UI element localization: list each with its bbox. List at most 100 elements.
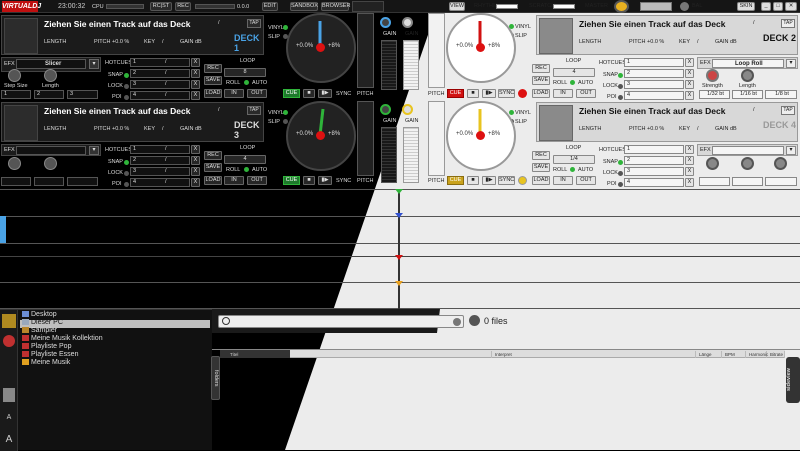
deck-4-hotcue-4[interactable]: 4: [624, 178, 684, 187]
deck-3-hotcue-3-delete[interactable]: X: [191, 167, 200, 176]
deck-1-loop-length[interactable]: 8: [224, 68, 266, 77]
deck-3-hotcue-2-delete[interactable]: X: [191, 156, 200, 165]
deck-1-cue-button[interactable]: CUE: [283, 89, 300, 98]
deck-4-fx-select[interactable]: [712, 146, 784, 155]
deck-1-length-knob[interactable]: [44, 69, 57, 82]
deck-4-save-button[interactable]: SAVE: [532, 163, 550, 172]
deck-1-loop-in[interactable]: IN: [224, 89, 244, 98]
deck-1-sync-button[interactable]: SYNC: [336, 91, 351, 97]
deck-4-fx-btn3[interactable]: [765, 177, 797, 186]
deck-4-tap-button[interactable]: TAP: [781, 106, 795, 115]
maximize-button[interactable]: □: [773, 2, 783, 11]
deck-2-rec-button[interactable]: REC: [532, 64, 550, 73]
deck-4-knob-1[interactable]: [706, 157, 719, 170]
deck-4-hotcue-2[interactable]: 2: [624, 156, 684, 165]
deck-4-gear-icon[interactable]: [518, 176, 527, 185]
deck-1-hotcue-3-delete[interactable]: X: [191, 80, 200, 89]
gear-icon[interactable]: [469, 315, 480, 326]
deck-2-stop-button[interactable]: ■: [467, 89, 479, 98]
deck-2-hotcue-3-delete[interactable]: X: [685, 80, 694, 89]
deck-2-hotcue-3[interactable]: 3: [624, 80, 684, 89]
skin-button[interactable]: SKIN: [737, 2, 755, 11]
deck-4-loop-in[interactable]: IN: [553, 176, 573, 185]
close-icon[interactable]: ✕: [785, 2, 797, 11]
column-bitrate[interactable]: Bitrate: [768, 351, 785, 358]
deck-4-load-button[interactable]: LOAD: [532, 176, 550, 185]
deck-1-hotcue-1-delete[interactable]: X: [191, 58, 200, 67]
deck-4-jog-wheel[interactable]: +0.0% +8%: [446, 101, 516, 171]
view-button[interactable]: VIEW: [449, 2, 465, 11]
deck-3-loop-length[interactable]: 4: [224, 155, 266, 164]
deck-4-rec-button[interactable]: REC: [532, 151, 550, 160]
tree-item-kollektion[interactable]: Meine Musik Kollektion: [22, 335, 103, 343]
deck-3-fx-btn2[interactable]: [34, 177, 64, 186]
deck-3-knob-1[interactable]: [8, 157, 21, 170]
deck-1-stepsize-knob[interactable]: [8, 69, 21, 82]
deck-2-loop-in[interactable]: IN: [553, 89, 573, 98]
deck-2-loop-length[interactable]: 4: [553, 68, 595, 77]
deck-3-tap-button[interactable]: TAP: [247, 106, 261, 115]
deck-3-fx-btn1[interactable]: [1, 177, 31, 186]
font-large-button[interactable]: A: [3, 434, 15, 446]
deck-1-fx-btn1[interactable]: 1: [1, 90, 31, 99]
deck-4-loop-length[interactable]: 1/4: [553, 155, 595, 164]
deck-4-hotcue-3[interactable]: 3: [624, 167, 684, 176]
deck-3-hotcue-4-delete[interactable]: X: [191, 178, 200, 187]
deck-2-save-button[interactable]: SAVE: [532, 76, 550, 85]
deck-3-hotcue-1-delete[interactable]: X: [191, 145, 200, 154]
deck-1-fx-btn3[interactable]: 3: [67, 90, 98, 99]
deck-3-fx-btn3[interactable]: [67, 177, 98, 186]
deck-1-hotcue-3[interactable]: 3/: [130, 80, 190, 89]
deck-2-play-button[interactable]: ▮▶: [482, 89, 496, 98]
deck-2-load-button[interactable]: LOAD: [532, 89, 550, 98]
minimize-button[interactable]: _: [761, 2, 771, 11]
tree-item-playliste-pop[interactable]: Playliste Pop: [22, 343, 71, 351]
deck-3-save-button[interactable]: SAVE: [204, 163, 222, 172]
deck-3-knob-2[interactable]: [44, 157, 57, 170]
deck-2-hotcue-1[interactable]: 1: [624, 58, 684, 67]
deck-3-stop-button[interactable]: ■: [303, 176, 315, 185]
column-harmonic[interactable]: Harmonic: [747, 351, 768, 358]
deck-1-fx-select[interactable]: Slicer: [16, 59, 86, 69]
deck-1-hotcue-1[interactable]: 1/: [130, 58, 190, 67]
deck-2-cue-button[interactable]: CUE: [447, 89, 464, 98]
deck-4-hotcue-3-delete[interactable]: X: [685, 167, 694, 176]
deck-2-fx-btn3[interactable]: 1/8 bt: [765, 90, 797, 99]
deck-3-hotcue-3[interactable]: 3/: [130, 167, 190, 176]
deck-3-rec-button[interactable]: REC: [204, 151, 222, 160]
deck-3-hotcue-4[interactable]: 4/: [130, 178, 190, 187]
deck-2-strength-knob[interactable]: [706, 69, 719, 82]
tree-item-playliste-essen[interactable]: Playliste Essen: [22, 351, 78, 359]
deck-4-loop-out[interactable]: OUT: [576, 176, 596, 185]
deck-2-hotcue-1-delete[interactable]: X: [685, 58, 694, 67]
tree-item-desktop[interactable]: Desktop: [22, 311, 57, 319]
deck-4-hotcue-2-delete[interactable]: X: [685, 156, 694, 165]
rec-button[interactable]: REC: [175, 2, 191, 11]
sandbox-button[interactable]: SANDBOX: [290, 2, 318, 11]
deck-2-gain-knob[interactable]: [402, 17, 413, 28]
deck-3-play-button[interactable]: ▮▶: [318, 176, 332, 185]
deck-2-loop-out[interactable]: OUT: [576, 89, 596, 98]
deck-4-stop-button[interactable]: ■: [467, 176, 479, 185]
font-small-button[interactable]: A: [3, 414, 15, 424]
deck-3-cue-button[interactable]: CUE: [283, 176, 300, 185]
deck-1-rec-button[interactable]: REC: [204, 64, 222, 73]
deck-1-jog-wheel[interactable]: +0.0% +8%: [286, 13, 356, 83]
deck-4-knob-3[interactable]: [774, 157, 787, 170]
folders-tab[interactable]: folders: [211, 356, 220, 400]
chevron-down-icon[interactable]: ▾: [89, 59, 99, 69]
deck-1-loop-out[interactable]: OUT: [247, 89, 267, 98]
deck-1-stop-button[interactable]: ■: [303, 89, 315, 98]
grid-toggle[interactable]: [352, 1, 384, 12]
deck-3-fx-select[interactable]: [16, 146, 86, 155]
deck-1-play-button[interactable]: ▮▶: [318, 89, 332, 98]
deck-4-play-button[interactable]: ▮▶: [482, 176, 496, 185]
deck-1-hotcue-2-delete[interactable]: X: [191, 69, 200, 78]
record-button[interactable]: RC|ST: [150, 2, 172, 11]
chevron-down-icon[interactable]: ▾: [89, 146, 99, 155]
column-title[interactable]: Titel: [228, 351, 492, 358]
deck-1-load-button[interactable]: LOAD: [204, 89, 222, 98]
deck-4-hotcue-1-delete[interactable]: X: [685, 145, 694, 154]
edit-button[interactable]: EDIT: [262, 2, 278, 11]
deck-4-hotcue-4-delete[interactable]: X: [685, 178, 694, 187]
